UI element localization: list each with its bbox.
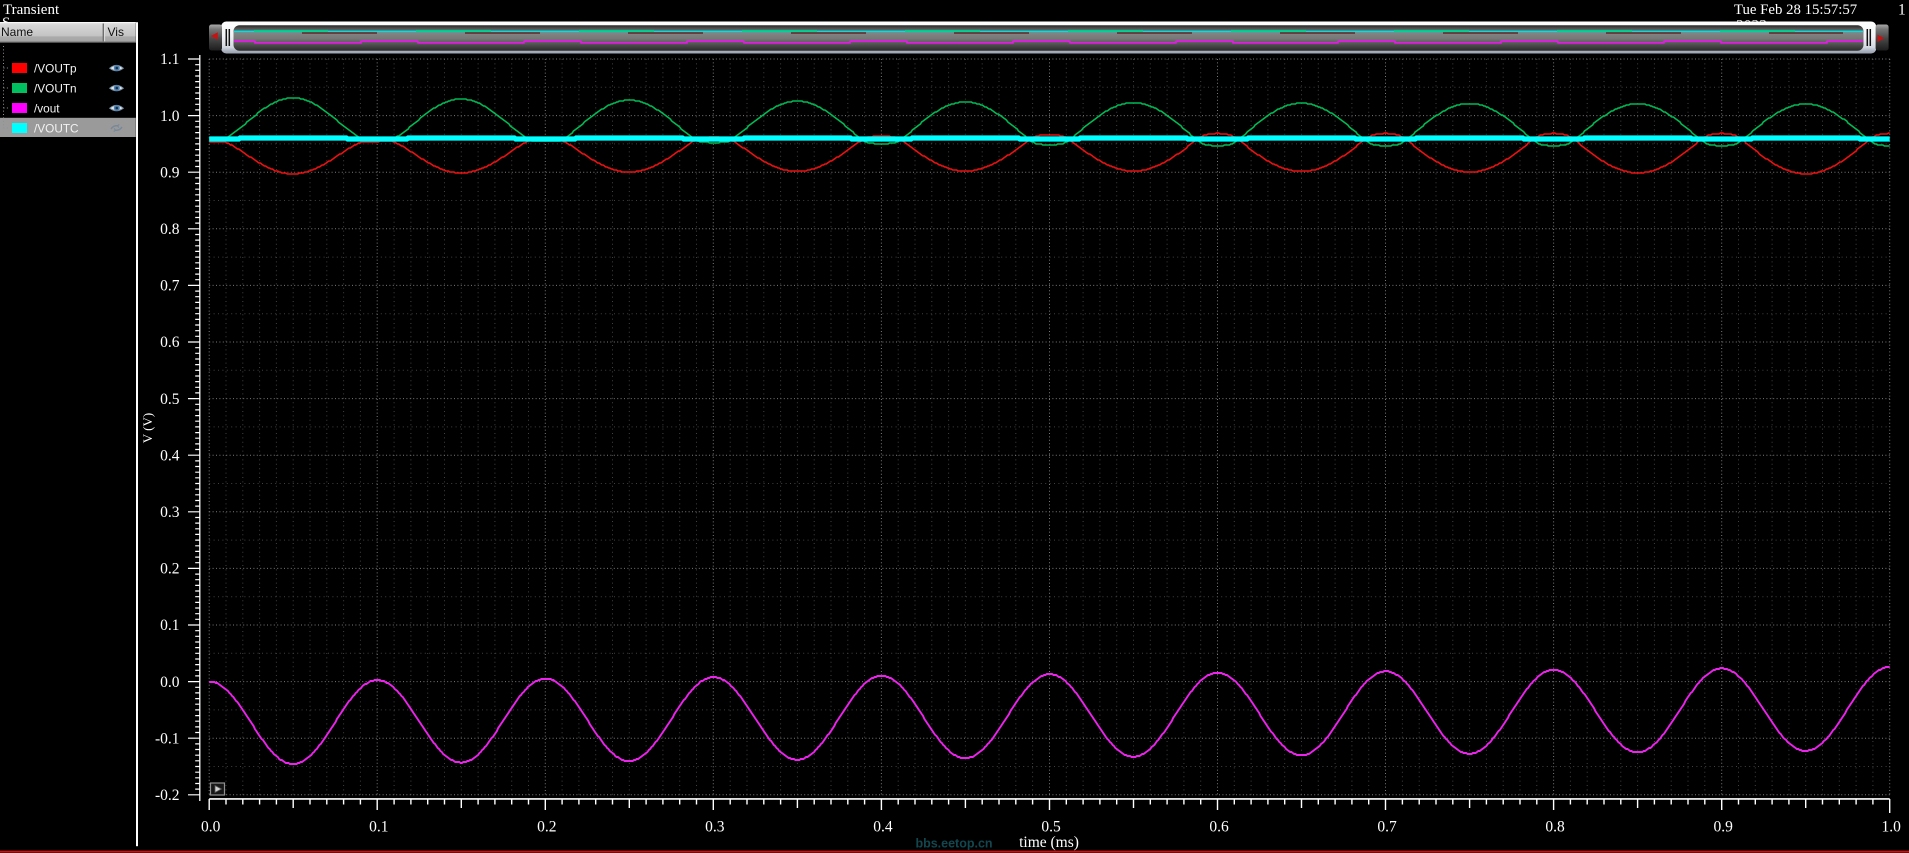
svg-text:0.9: 0.9 [160, 164, 180, 181]
svg-text:1.0: 1.0 [160, 108, 180, 125]
svg-text:0.6: 0.6 [160, 334, 180, 351]
svg-text:0.7: 0.7 [1377, 819, 1397, 836]
svg-text:time (ms): time (ms) [1019, 834, 1079, 851]
svg-text:0.5: 0.5 [1041, 819, 1061, 836]
svg-text:0.1: 0.1 [160, 617, 179, 634]
svg-text:-0.1: -0.1 [155, 730, 180, 747]
svg-text:/vout: /vout [34, 102, 60, 116]
svg-text:/VOUTC: /VOUTC [34, 122, 79, 136]
svg-text:1: 1 [1898, 2, 1906, 19]
svg-text:0.0: 0.0 [160, 674, 180, 691]
svg-text:0.2: 0.2 [537, 819, 556, 836]
svg-text:0.4: 0.4 [160, 447, 180, 464]
svg-text:Name: Name [1, 25, 33, 39]
svg-text:0.9: 0.9 [1714, 819, 1734, 836]
svg-text:Tue Feb 28 15:57:57: Tue Feb 28 15:57:57 [1734, 2, 1857, 18]
svg-text:0.0: 0.0 [201, 819, 221, 836]
svg-text:0.5: 0.5 [160, 391, 180, 408]
svg-text:/VOUTp: /VOUTp [34, 62, 77, 76]
svg-text:0.1: 0.1 [369, 819, 388, 836]
svg-text:0.3: 0.3 [160, 504, 180, 521]
svg-text:0.3: 0.3 [705, 819, 725, 836]
svg-text:bbs.eetop.cn: bbs.eetop.cn [915, 837, 992, 851]
svg-text:0.8: 0.8 [160, 221, 180, 238]
svg-text:0.7: 0.7 [160, 278, 180, 295]
svg-text:1.1: 1.1 [160, 51, 179, 68]
svg-text:Transient: Transient [3, 2, 60, 18]
svg-text:Vis: Vis [108, 25, 124, 39]
svg-text:0.8: 0.8 [1545, 819, 1565, 836]
svg-text:0.4: 0.4 [873, 819, 893, 836]
svg-text:0.6: 0.6 [1209, 819, 1229, 836]
svg-text:-0.2: -0.2 [155, 787, 180, 804]
svg-text:1.0: 1.0 [1882, 819, 1902, 836]
svg-text:0.2: 0.2 [160, 561, 179, 578]
svg-text:/VOUTn: /VOUTn [34, 82, 77, 96]
svg-text:V (V): V (V) [140, 413, 155, 443]
